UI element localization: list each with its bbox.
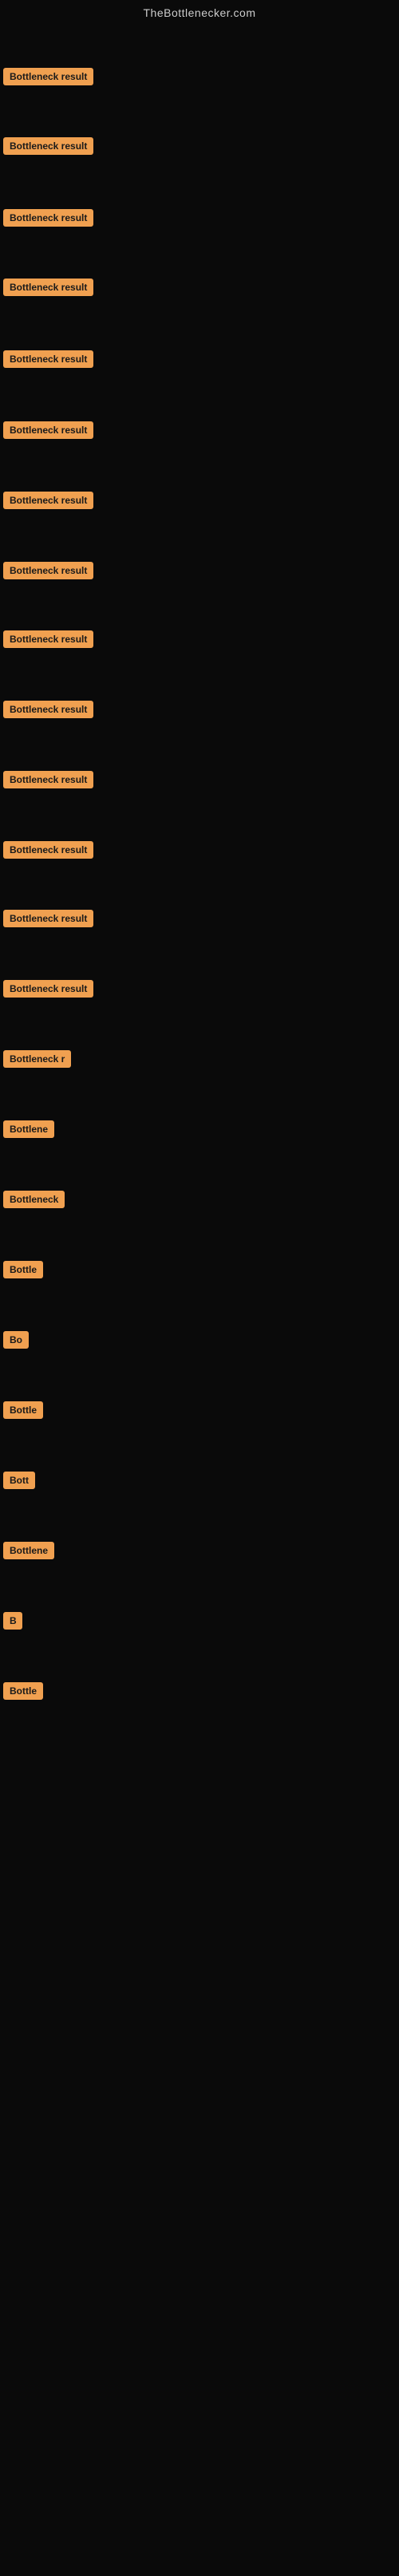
- bottleneck-badge[interactable]: Bottle: [3, 1261, 43, 1278]
- bottleneck-badge[interactable]: Bottleneck result: [3, 421, 93, 439]
- bottleneck-badge[interactable]: Bottleneck result: [3, 350, 93, 368]
- bottleneck-badge[interactable]: Bottleneck result: [3, 701, 93, 718]
- result-row: Bottleneck result: [3, 980, 93, 1002]
- result-row: Bottleneck result: [3, 562, 93, 583]
- bottleneck-badge[interactable]: Bottleneck result: [3, 209, 93, 227]
- result-row: Bottleneck: [3, 1191, 65, 1212]
- result-row: Bottleneck result: [3, 771, 93, 792]
- bottleneck-badge[interactable]: Bottleneck: [3, 1191, 65, 1208]
- bottleneck-badge[interactable]: Bo: [3, 1331, 29, 1349]
- bottleneck-badge[interactable]: Bottleneck result: [3, 137, 93, 155]
- result-row: Bottleneck result: [3, 841, 93, 863]
- bottleneck-badge[interactable]: Bottleneck result: [3, 630, 93, 648]
- result-row: Bottleneck result: [3, 137, 93, 159]
- result-row: Bottleneck result: [3, 910, 93, 931]
- bottleneck-badge[interactable]: Bottle: [3, 1401, 43, 1419]
- result-row: Bottleneck result: [3, 701, 93, 722]
- result-row: Bottle: [3, 1401, 43, 1423]
- result-row: Bott: [3, 1472, 35, 1493]
- result-row: Bottlene: [3, 1120, 54, 1142]
- result-row: Bo: [3, 1331, 29, 1353]
- bottleneck-badge[interactable]: Bottleneck result: [3, 279, 93, 296]
- site-title: TheBottlenecker.com: [0, 0, 399, 22]
- bottleneck-badge[interactable]: Bottleneck result: [3, 841, 93, 859]
- bottleneck-badge[interactable]: Bottleneck r: [3, 1050, 71, 1068]
- result-row: Bottleneck result: [3, 492, 93, 513]
- result-row: Bottleneck result: [3, 350, 93, 372]
- result-row: Bottleneck r: [3, 1050, 71, 1072]
- bottleneck-badge[interactable]: Bottleneck result: [3, 492, 93, 509]
- result-row: Bottleneck result: [3, 630, 93, 652]
- bottleneck-badge[interactable]: Bottleneck result: [3, 771, 93, 788]
- result-row: Bottle: [3, 1261, 43, 1282]
- bottleneck-badge[interactable]: Bottleneck result: [3, 980, 93, 998]
- result-row: Bottleneck result: [3, 421, 93, 443]
- bottleneck-badge[interactable]: Bottlene: [3, 1120, 54, 1138]
- result-row: Bottle: [3, 1682, 43, 1704]
- result-row: B: [3, 1612, 22, 1634]
- bottleneck-badge[interactable]: Bottleneck result: [3, 910, 93, 927]
- result-row: Bottlene: [3, 1542, 54, 1563]
- bottleneck-badge[interactable]: Bottleneck result: [3, 562, 93, 579]
- bottleneck-badge[interactable]: B: [3, 1612, 22, 1630]
- bottleneck-badge[interactable]: Bottlene: [3, 1542, 54, 1559]
- result-row: Bottleneck result: [3, 209, 93, 231]
- bottleneck-badge[interactable]: Bottleneck result: [3, 68, 93, 85]
- result-row: Bottleneck result: [3, 279, 93, 300]
- result-row: Bottleneck result: [3, 68, 93, 89]
- bottleneck-badge[interactable]: Bott: [3, 1472, 35, 1489]
- bottleneck-badge[interactable]: Bottle: [3, 1682, 43, 1700]
